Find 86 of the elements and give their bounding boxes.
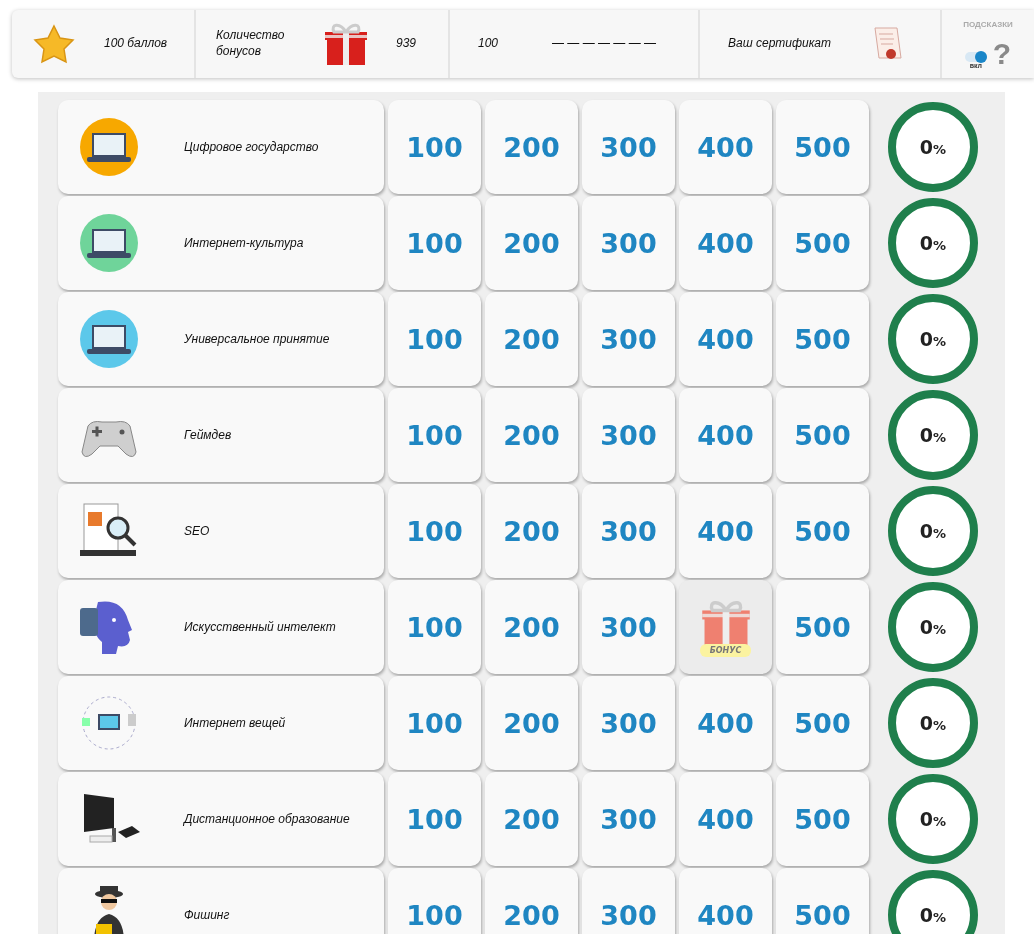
points-tile[interactable]: 200	[485, 196, 578, 290]
points-tile[interactable]: 100	[388, 772, 481, 866]
points-tile[interactable]: 200	[485, 292, 578, 386]
progress-percent: 0%	[919, 520, 947, 542]
points-tile[interactable]: 400	[679, 388, 772, 482]
points-tile[interactable]: 300	[582, 196, 675, 290]
category-name: Дистанционное образование	[184, 810, 350, 828]
progress-percent: 0%	[919, 136, 947, 158]
laptop-icon	[78, 212, 140, 274]
points-tile[interactable]: 300	[582, 484, 675, 578]
progress-percent: 0%	[919, 232, 947, 254]
points-tile[interactable]: 200	[485, 676, 578, 770]
progress-percent: 0%	[919, 424, 947, 446]
star-icon	[32, 24, 76, 64]
gift-icon	[322, 21, 370, 67]
points-tile[interactable]: 400	[679, 292, 772, 386]
progress-percent: 0%	[919, 328, 947, 350]
progress-percent: 0%	[919, 904, 947, 926]
points-tile[interactable]: 500	[776, 676, 869, 770]
category-name: Фишинг	[184, 906, 230, 924]
points-tile[interactable]: 100	[388, 100, 481, 194]
points-tile[interactable]: 500	[776, 100, 869, 194]
points-tile[interactable]: 400	[679, 868, 772, 934]
help-icon[interactable]: ?	[992, 39, 1012, 69]
category-card[interactable]: SEO	[58, 484, 384, 578]
points-tile[interactable]: 300	[582, 292, 675, 386]
laptop-icon	[78, 116, 140, 178]
laptop-icon	[78, 308, 140, 370]
points-tile[interactable]: 500	[776, 868, 869, 934]
category-card[interactable]: Универсальное принятие	[58, 292, 384, 386]
points-tile[interactable]: 300	[582, 388, 675, 482]
category-card[interactable]: Интернет вещей	[58, 676, 384, 770]
points-tile[interactable]: 200	[485, 388, 578, 482]
category-card[interactable]: Дистанционное образование	[58, 772, 384, 866]
points-tile[interactable]: 500	[776, 772, 869, 866]
points-tile[interactable]: 200	[485, 772, 578, 866]
bonus-count-label: Количество бонусов	[216, 28, 286, 60]
progress-percent: 0%	[919, 616, 947, 638]
category-card[interactable]: Геймдев	[58, 388, 384, 482]
category-name: Универсальное принятие	[184, 330, 330, 348]
points-tile[interactable]: 400	[679, 100, 772, 194]
points-tile[interactable]: 200	[485, 484, 578, 578]
category-name: SEO	[184, 522, 210, 540]
category-card[interactable]: Фишинг	[58, 868, 384, 934]
points-tile[interactable]: 100	[388, 292, 481, 386]
points-tile[interactable]: 500	[776, 580, 869, 674]
points-text: 100	[478, 36, 499, 52]
points-tile[interactable]: 400	[679, 772, 772, 866]
certificate-label: Ваш сертификат	[728, 36, 832, 52]
score-text: 100 баллов	[104, 36, 168, 52]
progress-dashes: — — — — — — —	[552, 36, 657, 52]
points-tile[interactable]: 500	[776, 196, 869, 290]
points-tile[interactable]: 300	[582, 580, 675, 674]
category-name: Искусственный интелект	[184, 618, 336, 636]
progress-percent: 0%	[919, 808, 947, 830]
category-name: Геймдев	[184, 426, 232, 444]
points-tile[interactable]: 300	[582, 100, 675, 194]
points-tile[interactable]: 300	[582, 772, 675, 866]
category-name: Цифровое государство	[184, 138, 319, 156]
points-tile[interactable]: 100	[388, 580, 481, 674]
points-tile[interactable]: 100	[388, 868, 481, 934]
points-tile[interactable]: 500	[776, 484, 869, 578]
category-name: Интернет вещей	[184, 714, 286, 732]
points-tile[interactable]: 100	[388, 196, 481, 290]
points-tile[interactable]: 300	[582, 868, 675, 934]
category-card[interactable]: Интернет-культура	[58, 196, 384, 290]
points-tile[interactable]: 500	[776, 388, 869, 482]
progress-percent: 0%	[919, 712, 947, 734]
category-name: Интернет-культура	[184, 234, 304, 252]
points-tile[interactable]: 300	[582, 676, 675, 770]
points-tile[interactable]: 400	[679, 484, 772, 578]
points-tile[interactable]: 100	[388, 388, 481, 482]
hints-toggle[interactable]	[964, 52, 987, 62]
bonus-tile[interactable]: БОНУС	[679, 580, 772, 674]
points-tile[interactable]: 500	[776, 292, 869, 386]
points-tile[interactable]: 200	[485, 100, 578, 194]
category-card[interactable]: Цифровое государство	[58, 100, 384, 194]
category-card[interactable]: Искусственный интелект	[58, 580, 384, 674]
points-tile[interactable]: 400	[679, 196, 772, 290]
points-tile[interactable]: 200	[485, 580, 578, 674]
points-tile[interactable]: 100	[388, 676, 481, 770]
points-tile[interactable]: 400	[679, 676, 772, 770]
bonus-count: 939	[396, 36, 417, 52]
points-tile[interactable]: 100	[388, 484, 481, 578]
hints-title: ПОДСКАЗКИ	[963, 20, 1013, 29]
points-tile[interactable]: 200	[485, 868, 578, 934]
